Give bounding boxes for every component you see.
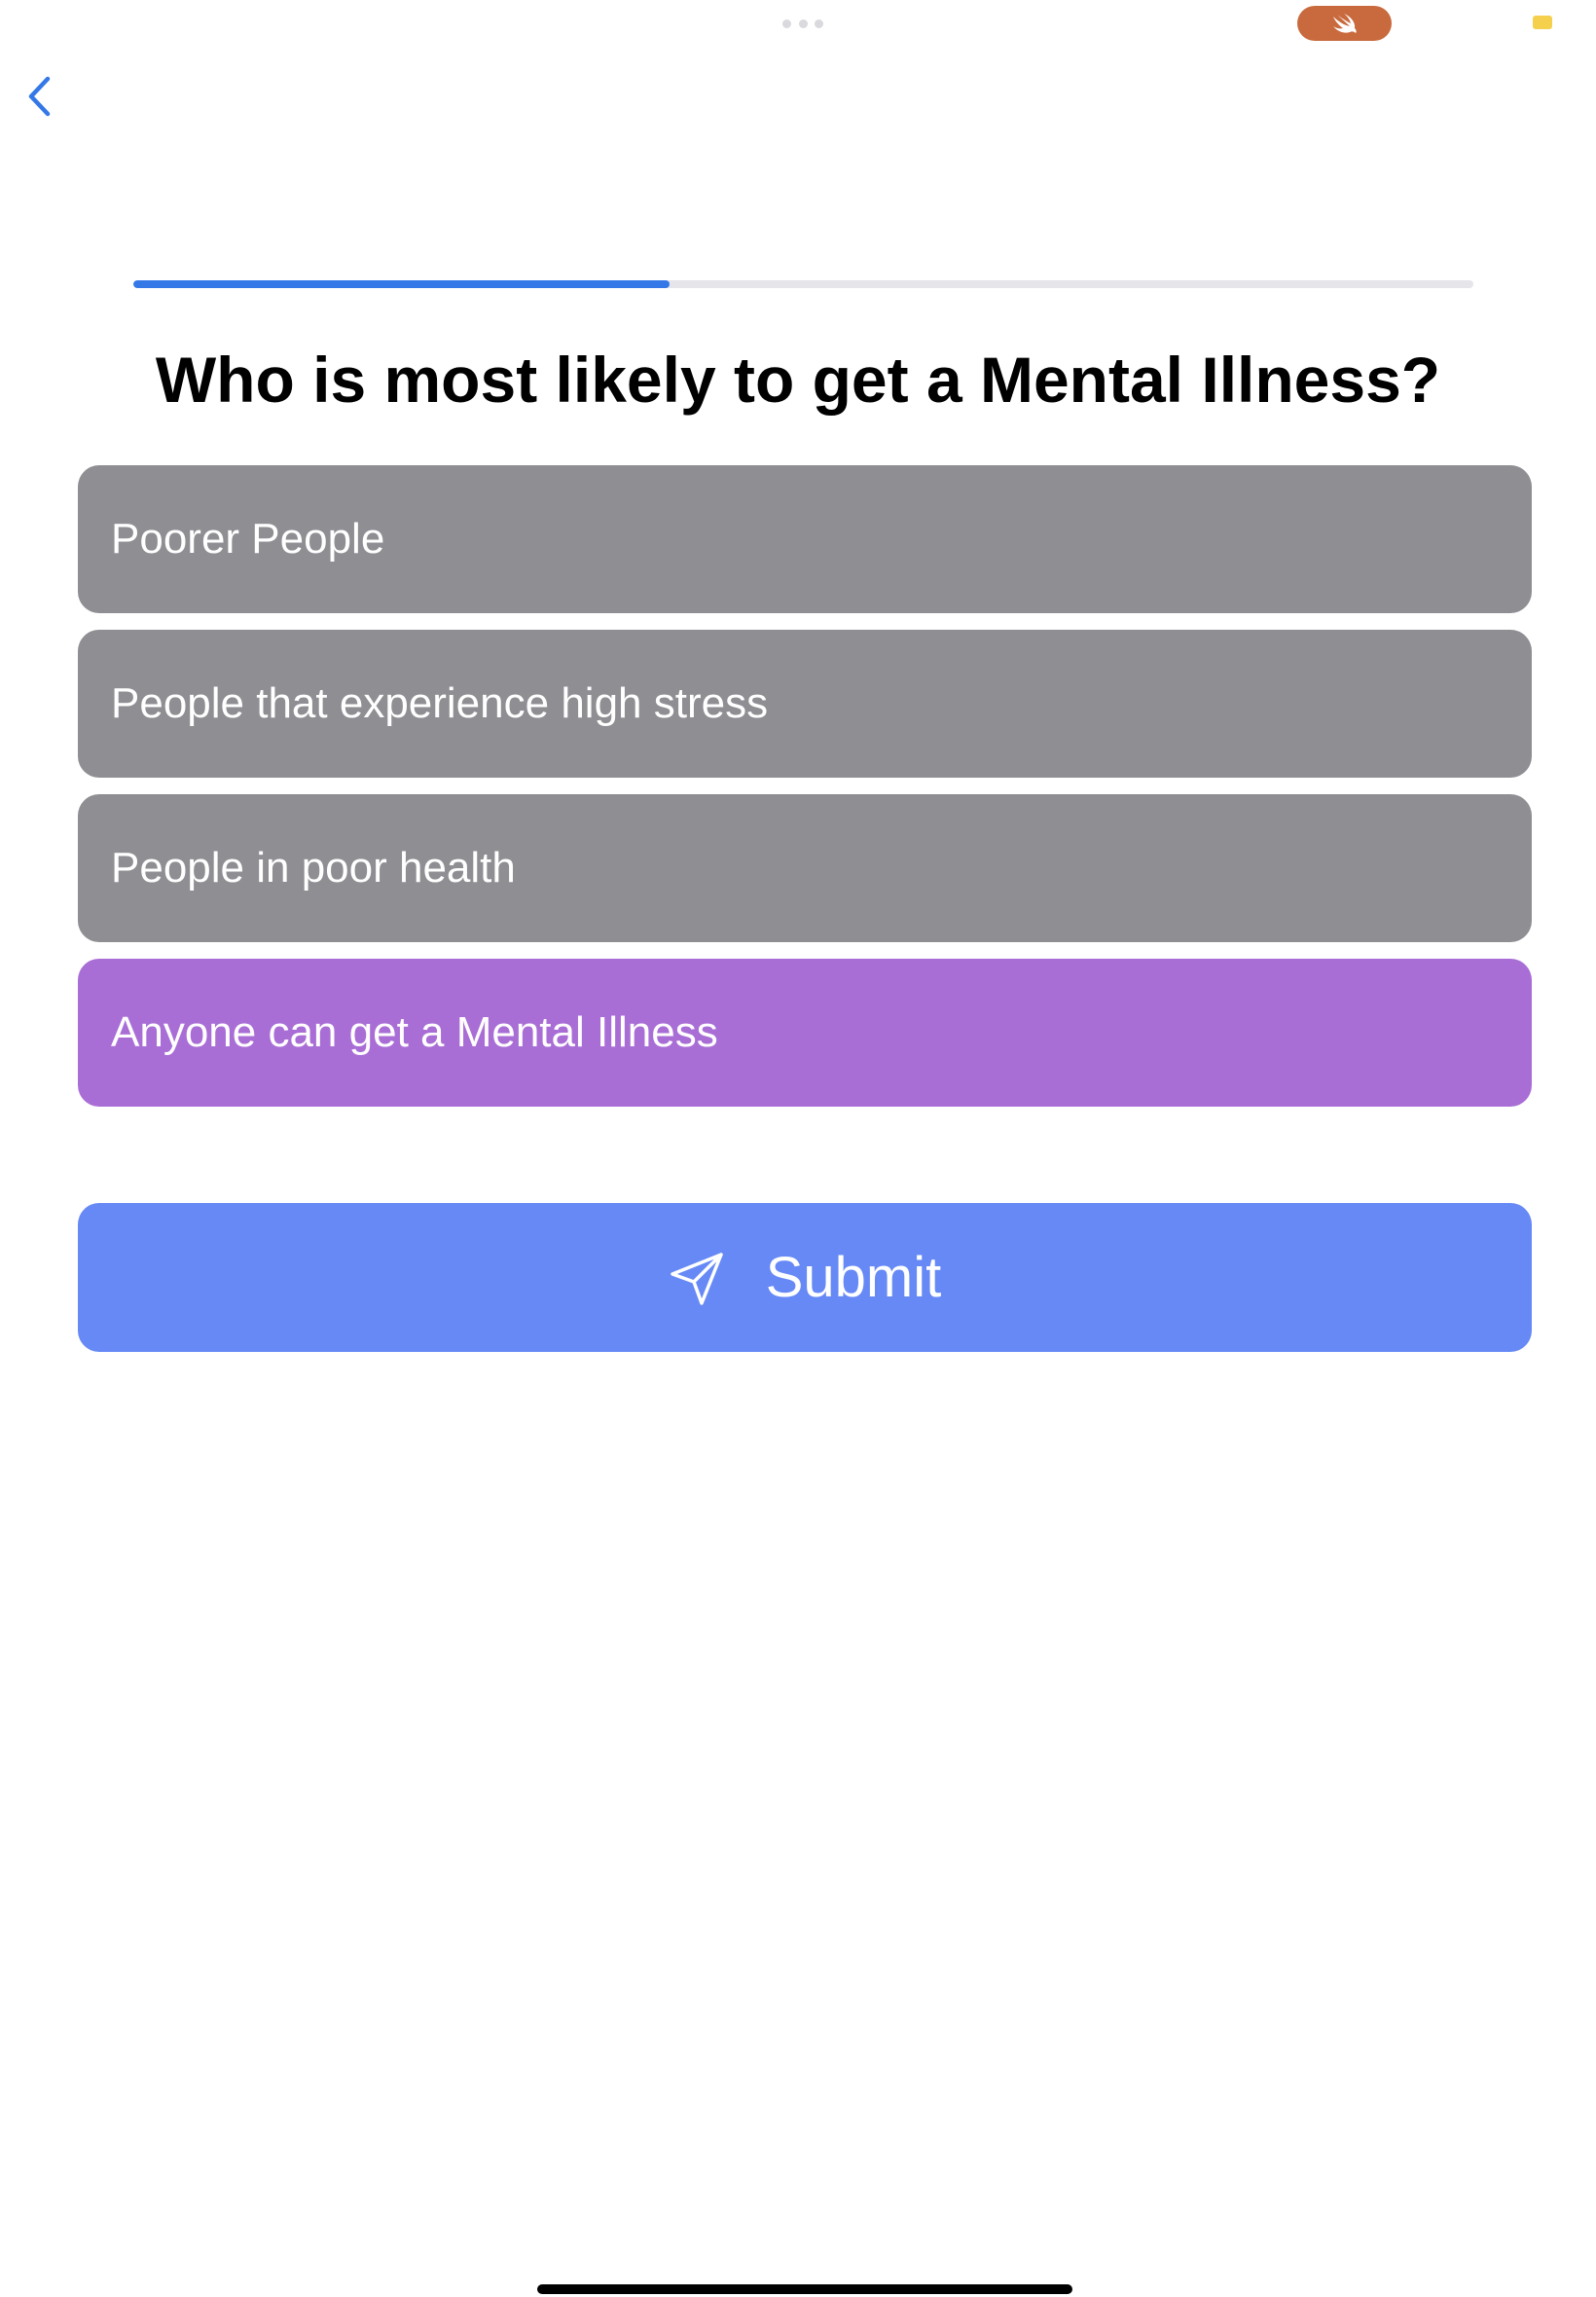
answer-label: Anyone can get a Mental Illness [111,1008,718,1056]
answer-label: Poorer People [111,515,385,563]
answer-label: People in poor health [111,844,516,892]
submit-button[interactable]: Submit [78,1203,1532,1352]
answer-option[interactable]: People that experience high stress [78,630,1532,778]
question-title: Who is most likely to get a Mental Illne… [155,344,1441,416]
answer-option[interactable]: People in poor health [78,794,1532,942]
quiz-screen: Who is most likely to get a Mental Illne… [0,0,1596,2297]
quiz-progress-bar [133,280,1473,288]
back-button[interactable] [19,72,58,121]
paper-plane-icon [670,1252,723,1305]
answer-list: Poorer People People that experience hig… [78,465,1532,1123]
swift-playgrounds-pill[interactable] [1297,6,1392,41]
multitasking-dots[interactable] [782,19,823,29]
answer-label: People that experience high stress [111,679,769,727]
status-indicator [1533,16,1552,29]
chevron-left-icon [28,76,51,117]
submit-label: Submit [765,1246,942,1309]
answer-option[interactable]: Poorer People [78,465,1532,613]
answer-option[interactable]: Anyone can get a Mental Illness [78,959,1532,1107]
quiz-progress-fill [133,280,670,288]
swift-icon [1332,14,1357,33]
home-indicator[interactable] [537,2284,1072,2294]
